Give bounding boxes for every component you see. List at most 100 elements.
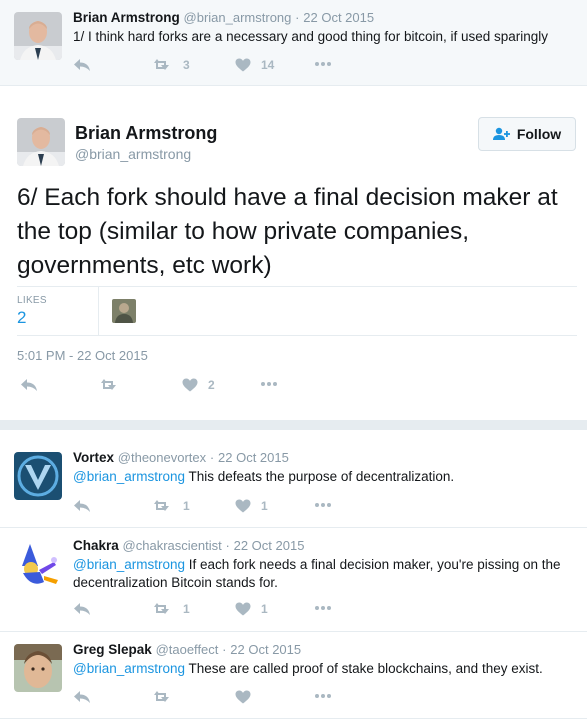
reply-button[interactable]	[73, 690, 91, 704]
tweet-actions: 2	[20, 378, 320, 398]
likes-count[interactable]: 2	[17, 308, 26, 328]
separator: ·	[295, 10, 300, 25]
tweet-text: 6/ Each fork should have a final decisio…	[17, 184, 558, 279]
more-icon	[261, 382, 277, 386]
reply-icon	[74, 500, 90, 512]
like-count: 1	[261, 602, 268, 616]
follow-label: Follow	[516, 126, 562, 142]
heart-icon	[235, 58, 251, 72]
tweet-text: @brian_armstrong This defeats the purpos…	[73, 468, 578, 486]
like-button[interactable]: 2	[182, 378, 215, 392]
retweet-count: 3	[183, 58, 190, 72]
reply-icon	[74, 691, 90, 703]
retweet-icon	[154, 691, 169, 702]
more-icon	[315, 62, 331, 66]
like-button[interactable]: 1	[235, 499, 268, 513]
reply-button[interactable]	[73, 58, 91, 72]
avatar[interactable]	[14, 452, 62, 500]
retweet-count: 1	[183, 499, 190, 513]
tweet-date[interactable]: 22 Oct 2015	[230, 642, 301, 657]
more-icon	[315, 606, 331, 610]
tweet-header: Greg Slepak @taoeffect · 22 Oct 2015	[73, 642, 301, 657]
retweet-button[interactable]	[100, 378, 120, 392]
tweet-text: @brian_armstrong These are called proof …	[73, 660, 578, 678]
avatar[interactable]	[17, 118, 65, 166]
reply-icon	[21, 379, 37, 391]
retweet-button[interactable]	[153, 690, 173, 704]
retweet-button[interactable]: 1	[153, 602, 190, 616]
more-button[interactable]	[260, 381, 278, 387]
avatar[interactable]	[14, 12, 62, 60]
like-count: 1	[261, 499, 268, 513]
tweet-actions: 1 1	[73, 499, 373, 519]
tweet-actions: 1 1	[73, 602, 373, 622]
tweet-actions	[73, 690, 373, 710]
like-button[interactable]: 14	[235, 58, 274, 72]
display-name[interactable]: Brian Armstrong	[73, 10, 180, 25]
reply-tweet[interactable]: Vortex @theonevortex · 22 Oct 2015 @bria…	[0, 440, 587, 528]
tweet-date[interactable]: 22 Oct 2015	[303, 10, 374, 25]
tweet-body: This defeats the purpose of decentraliza…	[185, 469, 455, 484]
main-tweet: Brian Armstrong @brian_armstrong Follow …	[0, 86, 587, 430]
stats-divider	[98, 287, 99, 335]
separator: ·	[222, 642, 227, 657]
heart-icon	[235, 602, 251, 616]
tweet-header: Brian Armstrong @brian_armstrong · 22 Oc…	[73, 10, 374, 25]
like-count: 2	[208, 378, 215, 392]
tweet-header: Chakra @chakrascientist · 22 Oct 2015	[73, 538, 304, 553]
display-name[interactable]: Brian Armstrong	[75, 123, 217, 144]
tweet-stats: LIKES 2	[17, 286, 577, 336]
follow-button[interactable]: Follow	[478, 117, 576, 151]
like-button[interactable]: 1	[235, 602, 268, 616]
reply-button[interactable]	[73, 602, 91, 616]
reply-button[interactable]	[73, 499, 91, 513]
display-name[interactable]: Vortex	[73, 450, 114, 465]
retweet-icon	[154, 603, 169, 614]
heart-icon	[235, 499, 251, 513]
reply-tweet[interactable]: Greg Slepak @taoeffect · 22 Oct 2015 @br…	[0, 632, 587, 719]
tweet-date[interactable]: 22 Oct 2015	[218, 450, 289, 465]
reply-tweet[interactable]: Chakra @chakrascientist · 22 Oct 2015 @b…	[0, 528, 587, 632]
avatar[interactable]	[14, 644, 62, 692]
likes-label: LIKES	[17, 295, 47, 306]
retweet-button[interactable]: 3	[153, 58, 190, 72]
display-name[interactable]: Greg Slepak	[73, 642, 152, 657]
mention-link[interactable]: @brian_armstrong	[73, 661, 185, 676]
retweet-icon	[101, 379, 116, 390]
tweet-timestamp[interactable]: 5:01 PM - 22 Oct 2015	[17, 348, 148, 363]
tweet-text: @brian_armstrong If each fork needs a fi…	[73, 556, 578, 592]
retweet-button[interactable]: 1	[153, 499, 190, 513]
separator: ·	[225, 538, 230, 553]
heart-icon	[182, 378, 198, 392]
tweet-date[interactable]: 22 Oct 2015	[234, 538, 305, 553]
username[interactable]: @brian_armstrong	[184, 10, 292, 25]
mention-link[interactable]: @brian_armstrong	[73, 557, 185, 572]
username[interactable]: @taoeffect	[156, 642, 219, 657]
display-name[interactable]: Chakra	[73, 538, 119, 553]
avatar[interactable]	[14, 540, 62, 588]
more-button[interactable]	[314, 61, 332, 67]
tweet-body: These are called proof of stake blockcha…	[185, 661, 543, 676]
tweet-actions: 3 14	[73, 58, 373, 78]
like-button[interactable]	[235, 690, 251, 704]
more-button[interactable]	[314, 502, 332, 508]
liker-avatar[interactable]	[112, 299, 136, 323]
parent-tweet[interactable]: Brian Armstrong @brian_armstrong · 22 Oc…	[0, 0, 587, 86]
add-user-icon	[492, 127, 510, 140]
heart-icon	[235, 690, 251, 704]
more-icon	[315, 503, 331, 507]
reply-button[interactable]	[20, 378, 38, 392]
tweet-text: 1/ I think hard forks are a necessary an…	[73, 29, 549, 44]
retweet-icon	[154, 500, 169, 511]
reply-icon	[74, 603, 90, 615]
mention-link[interactable]: @brian_armstrong	[73, 469, 185, 484]
retweet-icon	[154, 59, 169, 70]
like-count: 14	[261, 58, 275, 72]
tweet-header: Vortex @theonevortex · 22 Oct 2015	[73, 450, 289, 465]
more-button[interactable]	[314, 605, 332, 611]
username[interactable]: @brian_armstrong	[75, 146, 191, 162]
more-button[interactable]	[314, 693, 332, 699]
username[interactable]: @chakrascientist	[123, 538, 222, 553]
reply-icon	[74, 59, 90, 71]
username[interactable]: @theonevortex	[118, 450, 206, 465]
